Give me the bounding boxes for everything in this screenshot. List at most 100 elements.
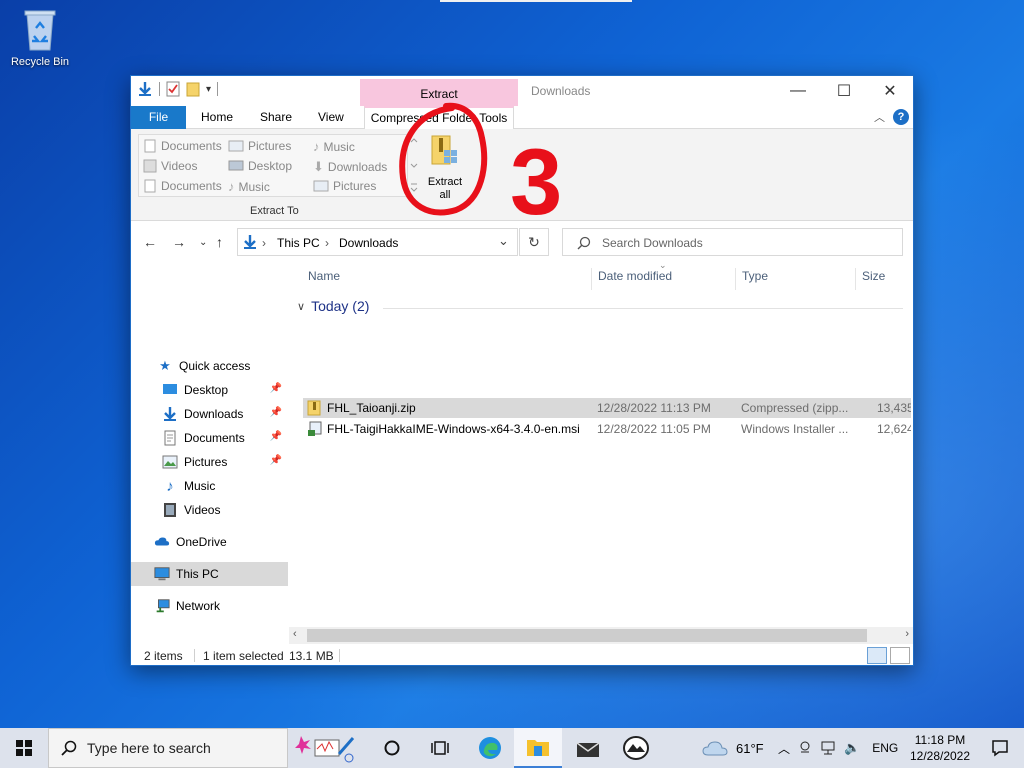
network-tray-icon[interactable] [820,740,836,756]
ribbon-tabs: File Home Share View Compressed Folder T… [131,106,913,130]
taskbar-search[interactable]: Type here to search [48,728,288,768]
nav-music[interactable]: ♪ Music [131,474,288,498]
column-separator[interactable] [855,268,856,290]
tab-share[interactable]: Share [260,106,292,129]
breadcrumb-downloads[interactable]: Downloads [339,236,398,250]
horizontal-scrollbar[interactable]: ‹ › [289,627,913,644]
gallery-item[interactable]: Pictures [228,139,291,153]
extract-all-button[interactable]: Extract all [423,134,467,201]
task-view-button[interactable] [368,728,416,768]
recent-locations-icon[interactable]: ⌄ [199,237,207,248]
taskbar: Type here to search 61°F ︿ 🔈 ENG 11:18 P… [0,728,1024,768]
scroll-left-icon[interactable]: ‹ [293,628,297,640]
collapse-ribbon-icon[interactable]: ︿ [874,109,885,125]
breadcrumb-chevron-icon: › [262,236,266,250]
extract-all-label-line1: Extract [427,176,463,188]
start-button[interactable] [0,728,48,768]
details-view-icon[interactable] [867,647,887,664]
collapse-chevron-icon[interactable]: ∨ [297,300,305,313]
scroll-right-icon[interactable]: › [905,628,909,640]
breadcrumb-this-pc[interactable]: This PC [277,236,320,250]
nav-network[interactable]: Network [131,594,288,618]
search-icon [577,236,591,250]
gallery-scroll-icon[interactable] [409,134,419,197]
gallery-item[interactable]: Documents [143,179,222,193]
help-icon[interactable]: ? [893,109,909,125]
gallery-item[interactable]: Desktop [228,159,292,173]
tab-compressed-folder-tools[interactable]: Compressed Folder Tools [364,106,514,130]
scrollbar-thumb[interactable] [307,629,867,642]
close-button[interactable]: ✕ [867,76,913,106]
notification-icon [992,740,1008,757]
document-icon [164,430,176,446]
nav-quick-access[interactable]: ★ Quick access [131,354,288,378]
gallery-item[interactable]: Documents [143,139,222,153]
nav-onedrive[interactable]: OneDrive [131,530,288,554]
taskbar-app[interactable] [612,728,660,768]
language-indicator[interactable]: ENG [872,741,898,755]
download-arrow-icon[interactable] [137,81,153,97]
column-separator[interactable] [591,268,592,290]
nav-pictures[interactable]: Pictures 📌 [131,450,288,474]
qat-separator [159,82,160,96]
navigation-pane: ★ Quick access Desktop 📌 Downloads 📌 Doc… [131,262,288,642]
large-icons-view-icon[interactable] [890,647,910,664]
taskbar-file-explorer[interactable] [514,728,562,768]
file-row[interactable]: FHL-TaigiHakkaIME-Windows-x64-3.4.0-en.m… [303,419,911,439]
gallery-item[interactable]: ⬇ Downloads [313,159,387,175]
file-date: 12/28/2022 11:13 PM [597,401,711,415]
column-type[interactable]: Type [742,262,768,290]
gallery-item[interactable]: Pictures [313,179,376,193]
tab-file[interactable]: File [131,106,186,129]
breadcrumb-chevron-icon: › [325,236,329,250]
file-row[interactable]: FHL_Taioanji.zip 12/28/2022 11:13 PM Com… [303,398,911,418]
tab-view[interactable]: View [318,106,344,129]
windows-logo-icon [16,740,32,756]
taskbar-mail[interactable] [564,728,612,768]
maximize-button[interactable]: ☐ [821,76,867,106]
pin-icon: 📌 [269,431,282,442]
show-hidden-icons-icon[interactable]: ︿ [778,740,790,757]
file-type: Compressed (zipp... [741,401,849,415]
task-view-alt-button[interactable] [416,728,464,768]
recycle-bin-shortcut[interactable]: Recycle Bin [6,8,74,68]
back-arrow-icon[interactable]: ← [143,234,157,250]
weather-widget[interactable]: 61°F [702,728,764,768]
system-clock[interactable]: 11:18 PM 12/28/2022 [908,732,972,764]
address-bar[interactable]: › This PC › Downloads ⌄ [237,228,518,256]
address-dropdown-icon[interactable]: ⌄ [498,233,509,249]
clock-time: 11:18 PM [914,733,966,747]
nav-desktop[interactable]: Desktop 📌 [131,378,288,402]
gallery-item[interactable]: Videos [143,159,197,173]
minimize-button[interactable]: — [775,76,821,106]
gallery-item[interactable]: ♪ Music [228,179,270,194]
location-icon[interactable] [798,740,812,756]
qat-separator [217,82,219,96]
nav-videos[interactable]: Videos [131,498,288,522]
group-header[interactable]: ∨ Today (2) [297,298,369,314]
music-icon: ♪ [228,179,235,194]
search-box[interactable]: Search Downloads [562,228,903,256]
nav-documents[interactable]: Documents 📌 [131,426,288,450]
taskbar-edge[interactable] [466,728,514,768]
volume-icon[interactable]: 🔈 [844,740,860,756]
extract-zip-icon [431,135,457,165]
properties-icon[interactable] [166,81,180,97]
ribbon-group-label: Extract To [250,205,299,217]
qat-dropdown-icon[interactable]: ▾ [206,84,211,95]
column-name[interactable]: Name [308,262,340,290]
forward-arrow-icon[interactable]: → [172,234,186,250]
tab-home[interactable]: Home [201,106,233,129]
gallery-item[interactable]: ♪ Music [313,139,355,154]
column-separator[interactable] [735,268,736,290]
nav-downloads[interactable]: Downloads 📌 [131,402,288,426]
news-widget[interactable] [292,728,360,768]
nav-this-pc[interactable]: This PC [131,562,288,586]
action-center-button[interactable] [976,728,1024,768]
refresh-button[interactable]: ↻ [519,228,549,256]
column-size[interactable]: Size [862,262,885,290]
new-folder-icon[interactable] [186,81,200,97]
search-placeholder: Search Downloads [602,236,703,250]
up-arrow-icon[interactable]: ↑ [216,234,223,250]
title-bar[interactable]: ▾ Extract Downloads — ☐ ✕ [131,76,913,107]
